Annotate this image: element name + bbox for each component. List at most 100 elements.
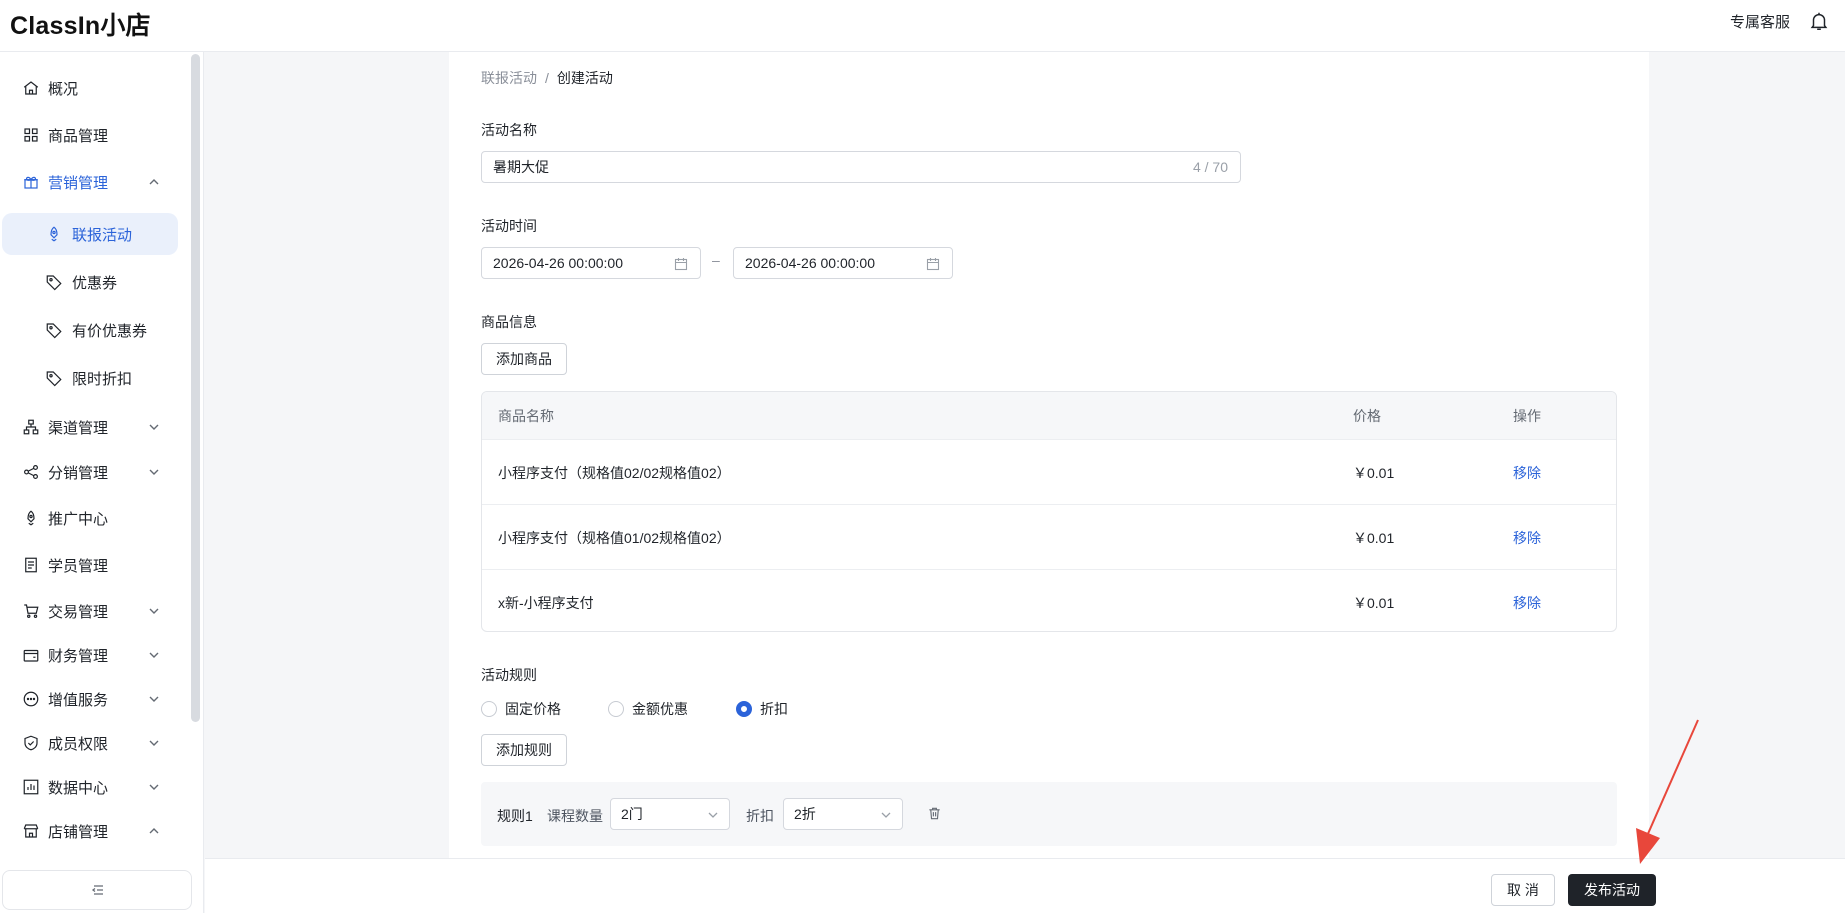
radio-fixed-price[interactable]: 固定价格 xyxy=(481,699,561,719)
start-time-input[interactable]: 2026-04-26 00:00:00 xyxy=(481,247,701,279)
sidebar-item-label: 营销管理 xyxy=(48,174,109,192)
sidebar-item-label: 财务管理 xyxy=(48,647,109,665)
remove-goods-link[interactable]: 移除 xyxy=(1513,528,1541,548)
discount-select[interactable]: 2折 xyxy=(783,798,903,830)
char-counter: 4 / 70 xyxy=(1192,159,1228,175)
chevron-up-icon xyxy=(149,179,159,185)
store-icon xyxy=(23,824,39,838)
sidebar-item-goods[interactable]: 商品管理 xyxy=(0,114,180,156)
home-icon xyxy=(23,81,39,95)
shield-icon xyxy=(24,735,38,751)
sidebar-item-flash-discount[interactable]: 限时折扣 xyxy=(0,357,180,399)
breadcrumb-separator: / xyxy=(545,70,549,86)
sidebar-item-data-center[interactable]: 数据中心 xyxy=(0,766,180,808)
chevron-down-icon xyxy=(149,652,159,658)
sidebar-item-coupon[interactable]: 优惠券 xyxy=(0,261,180,303)
sidebar-item-value-added[interactable]: 增值服务 xyxy=(0,678,180,720)
chevron-down-icon xyxy=(881,812,891,818)
tag-icon xyxy=(46,323,62,339)
activity-name-input[interactable]: 暑期大促 4 / 70 xyxy=(481,151,1241,183)
sidebar-item-label: 限时折扣 xyxy=(72,370,133,388)
course-count-value: 2门 xyxy=(621,806,643,822)
add-goods-button[interactable]: 添加商品 xyxy=(481,343,567,375)
sidebar: 概况 商品管理 营销管理 联报活动 优惠券 有价优惠券 限时折扣 渠道管理 分销… xyxy=(0,52,204,913)
sidebar-item-paid-coupon[interactable]: 有价优惠券 xyxy=(0,309,180,351)
table-row: 小程序支付（规格值01/02规格值02） ￥0.01 移除 xyxy=(482,504,1616,569)
trash-icon[interactable] xyxy=(927,806,942,821)
sidebar-item-joint-activity[interactable]: 联报活动 xyxy=(2,213,178,255)
course-count-select[interactable]: 2门 xyxy=(610,798,730,830)
chevron-down-icon xyxy=(149,608,159,614)
sidebar-item-label: 优惠券 xyxy=(72,274,118,292)
calendar-icon xyxy=(674,258,688,271)
sidebar-item-students[interactable]: 学员管理 xyxy=(0,544,180,586)
sidebar-item-finance[interactable]: 财务管理 xyxy=(0,634,180,676)
sidebar-item-label: 推广中心 xyxy=(48,510,109,528)
sidebar-item-promotion[interactable]: 推广中心 xyxy=(0,497,180,539)
publish-button[interactable]: 发布活动 xyxy=(1568,874,1656,906)
date-range-separator: – xyxy=(712,252,720,268)
goods-table: 商品名称 价格 操作 小程序支付（规格值02/02规格值02） ￥0.01 移除… xyxy=(481,391,1617,632)
sidebar-item-label: 学员管理 xyxy=(48,557,109,575)
sidebar-item-label: 增值服务 xyxy=(48,691,109,709)
chevron-down-icon xyxy=(149,784,159,790)
activity-name-value: 暑期大促 xyxy=(493,159,549,175)
chevron-down-icon xyxy=(149,424,159,430)
sidebar-item-label: 数据中心 xyxy=(48,779,109,797)
top-bar: ClassIn小店 专属客服 xyxy=(0,0,1845,52)
column-header-name: 商品名称 xyxy=(498,408,554,424)
rule-title: 规则1 xyxy=(497,808,533,824)
add-rule-button[interactable]: 添加规则 xyxy=(481,734,567,766)
sidebar-item-channel[interactable]: 渠道管理 xyxy=(0,406,180,448)
sidebar-item-distribution[interactable]: 分销管理 xyxy=(0,451,180,493)
sidebar-item-label: 成员权限 xyxy=(48,735,109,753)
activity-name-label: 活动名称 xyxy=(481,122,537,138)
chevron-up-icon xyxy=(149,828,159,834)
sidebar-item-label: 商品管理 xyxy=(48,127,109,145)
radio-circle xyxy=(608,701,624,717)
sidebar-item-label: 有价优惠券 xyxy=(72,322,148,340)
activity-time-label: 活动时间 xyxy=(481,218,537,234)
tag-icon xyxy=(46,371,62,387)
document-icon xyxy=(25,557,37,573)
radio-amount-off[interactable]: 金额优惠 xyxy=(608,699,688,719)
sidebar-item-store[interactable]: 店铺管理 xyxy=(0,810,180,852)
share-icon xyxy=(24,465,38,479)
calendar-icon xyxy=(926,258,940,271)
column-header-price: 价格 xyxy=(1353,408,1381,424)
table-header: 商品名称 价格 操作 xyxy=(482,392,1616,439)
remove-goods-link[interactable]: 移除 xyxy=(1513,593,1541,613)
chat-icon xyxy=(23,691,39,707)
sidebar-item-marketing[interactable]: 营销管理 xyxy=(0,161,180,203)
grid-icon xyxy=(24,128,38,142)
sidebar-collapse-button[interactable] xyxy=(2,870,192,910)
app-logo[interactable]: ClassIn小店 xyxy=(10,6,151,42)
rocket-icon xyxy=(27,510,35,526)
start-time-value: 2026-04-26 00:00:00 xyxy=(493,255,623,271)
bell-icon[interactable] xyxy=(1808,10,1830,32)
activity-rules-label: 活动规则 xyxy=(481,667,537,683)
sidebar-item-overview[interactable]: 概况 xyxy=(0,67,180,109)
end-time-input[interactable]: 2026-04-26 00:00:00 xyxy=(733,247,953,279)
breadcrumb-current: 创建活动 xyxy=(556,70,613,86)
table-row: 小程序支付（规格值02/02规格值02） ￥0.01 移除 xyxy=(482,439,1616,504)
discount-value: 2折 xyxy=(794,806,816,822)
chevron-down-icon xyxy=(149,469,159,475)
rule-row: 规则1 课程数量 2门 折扣 2折 xyxy=(481,782,1617,846)
radio-label: 折扣 xyxy=(760,701,788,717)
goods-price-cell: ￥0.01 xyxy=(1353,530,1395,546)
discount-label: 折扣 xyxy=(746,808,774,824)
radio-label: 固定价格 xyxy=(505,701,561,717)
breadcrumb: 联报活动 / 创建活动 xyxy=(481,68,613,88)
sidebar-scrollbar[interactable] xyxy=(191,54,200,722)
remove-goods-link[interactable]: 移除 xyxy=(1513,463,1541,483)
cancel-button[interactable]: 取 消 xyxy=(1491,874,1555,906)
support-link[interactable]: 专属客服 xyxy=(1730,11,1790,32)
sidebar-item-members[interactable]: 成员权限 xyxy=(0,722,180,764)
sidebar-item-label: 渠道管理 xyxy=(48,419,109,437)
radio-discount[interactable]: 折扣 xyxy=(736,699,788,719)
breadcrumb-parent[interactable]: 联报活动 xyxy=(481,70,537,86)
goods-name-cell: 小程序支付（规格值01/02规格值02） xyxy=(498,530,731,546)
sidebar-item-trade[interactable]: 交易管理 xyxy=(0,590,180,632)
sidebar-item-label: 联报活动 xyxy=(72,226,133,244)
